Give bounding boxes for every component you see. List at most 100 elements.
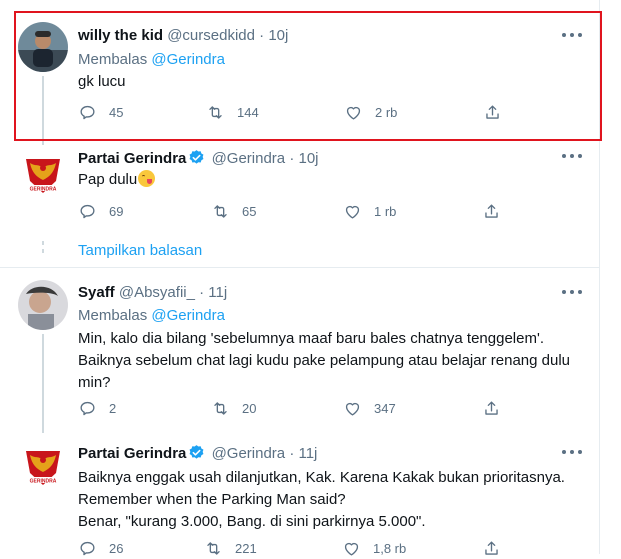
retweet-count: 144 [237,105,259,120]
share-icon [485,204,498,218]
tweet-gerindra-1[interactable]: GERINDRA Partai Gerindra @Gerindra · 10j… [0,145,600,267]
display-name[interactable]: willy the kid [78,27,163,44]
avatar[interactable] [18,280,68,330]
retweet-count: 65 [242,204,257,219]
tweet-willy[interactable]: willy the kid @cursedkidd · 10j Membalas… [0,0,600,145]
more-options-icon[interactable] [562,28,582,42]
display-name[interactable]: Partai Gerindra [78,445,186,462]
tweet-text-line: Baiknya sebelum chat lagi kudu pake pela… [78,352,571,369]
verified-badge-icon [189,445,204,459]
retweet-count: 20 [242,401,257,416]
replying-to: Membalas @Gerindra [78,51,225,68]
retweet-button[interactable]: 20 [211,399,256,418]
tweet-text: Baiknya enggak usah dilanjutkan, Kak. Ka… [78,467,588,533]
tweet-text-line: min? [78,374,111,391]
display-name[interactable]: Partai Gerindra [78,150,186,167]
timestamp[interactable]: · 10j [259,27,288,44]
savoring-face-emoji-icon [138,170,156,187]
verified-badge-icon [189,150,204,164]
avatar[interactable] [18,22,68,72]
retweet-icon [209,106,222,119]
replying-to-mention[interactable]: @Gerindra [151,51,225,68]
reply-button[interactable]: 45 [78,103,123,122]
like-count: 2 rb [375,105,398,120]
retweet-button[interactable]: 65 [211,202,256,221]
user-handle[interactable]: @cursedkidd [167,27,255,44]
thread-dots [42,241,44,257]
like-button[interactable]: 2 rb [344,103,397,122]
reply-icon [80,401,95,416]
reply-button[interactable]: 69 [78,202,123,221]
timestamp[interactable]: · 11j [289,445,317,462]
more-options-icon[interactable] [562,149,582,163]
retweet-button[interactable]: 221 [204,539,257,558]
heart-icon [345,205,360,219]
share-button[interactable] [482,202,501,221]
show-replies-link[interactable]: Tampilkan balasan [78,242,202,259]
more-options-icon[interactable] [562,285,582,299]
heart-icon [345,402,360,416]
thread-line [42,334,44,433]
svg-text:GERINDRA: GERINDRA [30,479,57,485]
tweet-actions: 2 20 347 [78,399,508,419]
avatar[interactable]: GERINDRA [18,439,68,489]
share-icon [486,105,499,119]
reply-count: 2 [109,401,117,416]
replying-to-label: Membalas [78,51,148,68]
retweet-icon [214,205,227,218]
like-button[interactable]: 1 rb [343,202,396,221]
retweet-button[interactable]: 144 [206,103,259,122]
share-button[interactable] [482,399,501,418]
reply-icon [80,541,95,556]
tweet-actions: 69 65 1 rb [78,202,508,222]
display-name[interactable]: Syaff [78,284,115,301]
like-button[interactable]: 347 [343,399,396,418]
reply-button[interactable]: 2 [78,399,116,418]
user-handle[interactable]: @Gerindra [212,150,286,167]
svg-text:GERINDRA: GERINDRA [30,187,57,193]
reply-icon [80,204,95,219]
share-button[interactable] [483,103,502,122]
tweet-text: Pap dulu [78,169,588,191]
tweet-text-line: Benar, "kurang 3.000, Bang. di sini park… [78,513,426,530]
tweet-header: Partai Gerindra @Gerindra · 11j [78,444,317,462]
avatar[interactable]: GERINDRA [18,147,68,197]
thread-line [42,76,44,145]
tweet-text: Min, kalo dia bilang 'sebelumnya maaf ba… [78,328,588,394]
retweet-icon [207,542,220,555]
reply-count: 45 [109,105,124,120]
like-count: 347 [374,401,396,416]
tweet-syaff[interactable]: Syaff @Absyafii_ · 11j Membalas @Gerindr… [0,268,600,433]
user-handle[interactable]: @Gerindra [212,445,286,462]
timeline: willy the kid @cursedkidd · 10j Membalas… [0,0,602,556]
tweet-text-line: Remember when the Parking Man said? [78,491,346,508]
replying-to-label: Membalas [78,307,148,324]
gerindra-garuda-logo-icon: GERINDRA [18,147,68,197]
like-button[interactable]: 1,8 rb [342,539,406,558]
heart-icon [346,106,361,120]
tweet-text-line: gk lucu [78,73,126,90]
timestamp[interactable]: · 11j [199,284,227,301]
tweet-text-line: Baiknya enggak usah dilanjutkan, Kak. Ka… [78,469,565,486]
replying-to-mention[interactable]: @Gerindra [151,307,225,324]
reply-icon [80,105,95,120]
share-icon [485,401,498,415]
like-count: 1 rb [374,204,397,219]
share-button[interactable] [482,539,501,558]
tweet-header: Partai Gerindra @Gerindra · 10j [78,149,319,167]
user-photo-icon [18,22,68,72]
tweet-actions: 45 144 2 rb [78,103,508,123]
retweet-icon [214,402,227,415]
tweet-actions: 26 221 1,8 rb [78,539,508,559]
tweet-gerindra-2[interactable]: GERINDRA Partai Gerindra @Gerindra · 11j… [0,433,600,556]
tweet-header: Syaff @Absyafii_ · 11j [78,284,227,301]
tweet-header: willy the kid @cursedkidd · 10j [78,27,288,44]
timestamp[interactable]: · 10j [289,150,318,167]
user-photo-icon [18,280,68,330]
more-options-icon[interactable] [562,445,582,459]
user-handle[interactable]: @Absyafii_ [119,284,195,301]
heart-icon [344,542,359,556]
replying-to: Membalas @Gerindra [78,307,225,324]
tweet-text-line: Pap dulu [78,171,138,188]
reply-button[interactable]: 26 [78,539,123,558]
